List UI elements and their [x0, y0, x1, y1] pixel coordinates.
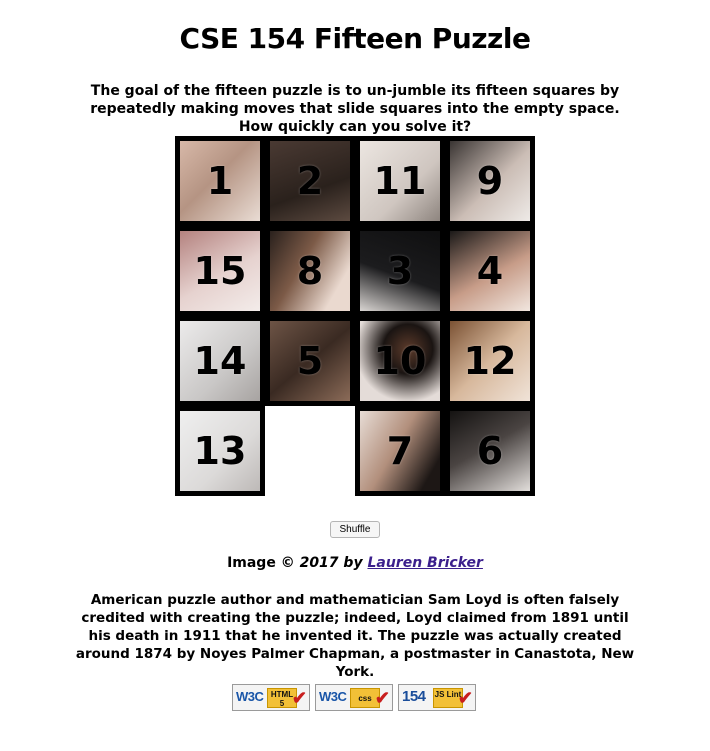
shuffle-button[interactable]: Shuffle: [330, 521, 380, 538]
page-title: CSE 154 Fifteen Puzzle: [179, 22, 531, 55]
puzzle-tile[interactable]: 3: [355, 226, 445, 316]
validator-badges: W3C HTML 5 ✔ W3C css ✔ 154 JS Lint ✔: [0, 684, 710, 712]
tile-number: 6: [476, 429, 504, 473]
puzzle-tile[interactable]: 11: [355, 136, 445, 226]
credit-prefix: Image ©: [227, 555, 295, 571]
puzzle-tile[interactable]: 9: [445, 136, 535, 226]
history-text: American puzzle author and mathematician…: [75, 592, 635, 680]
checkmark-icon: ✔: [457, 688, 473, 708]
puzzle-tile[interactable]: 2: [265, 136, 355, 226]
154-logo: 154: [402, 688, 426, 705]
tile-number: 3: [386, 249, 414, 293]
checkmark-icon: ✔: [291, 688, 307, 708]
puzzle-area: 1 2 11 9 15 8 3 4 14 5 10 12 13 7 6: [175, 136, 535, 496]
tile-number: 9: [476, 159, 504, 203]
tile-number: 5: [296, 339, 324, 383]
tile-number: 15: [193, 249, 247, 293]
css-validator-badge[interactable]: W3C css ✔: [315, 684, 393, 711]
tile-number: 2: [296, 159, 324, 203]
puzzle-tile[interactable]: 6: [445, 406, 535, 496]
w3c-logo: W3C: [236, 689, 264, 704]
puzzle-tile[interactable]: 15: [175, 226, 265, 316]
puzzle-tile[interactable]: 4: [445, 226, 535, 316]
checkmark-icon: ✔: [374, 688, 390, 708]
puzzle-tile[interactable]: 1: [175, 136, 265, 226]
tile-number: 14: [193, 339, 247, 383]
html5-validator-badge[interactable]: W3C HTML 5 ✔: [232, 684, 310, 711]
tile-number: 7: [386, 429, 414, 473]
tile-number: 10: [373, 339, 427, 383]
puzzle-tile[interactable]: 8: [265, 226, 355, 316]
tile-number: 12: [463, 339, 517, 383]
w3c-logo: W3C: [319, 689, 347, 704]
puzzle-tile[interactable]: 12: [445, 316, 535, 406]
author-link[interactable]: Lauren Bricker: [367, 555, 482, 571]
puzzle-tile[interactable]: 7: [355, 406, 445, 496]
intro-text: The goal of the fifteen puzzle is to un-…: [90, 83, 620, 135]
tile-number: 8: [296, 249, 324, 293]
jslint-badge[interactable]: 154 JS Lint ✔: [398, 684, 476, 711]
tile-number: 13: [193, 429, 247, 473]
tile-number: 4: [476, 249, 504, 293]
tile-number: 11: [373, 159, 427, 203]
credit-year: 2017 by: [299, 555, 363, 571]
puzzle-tile[interactable]: 10: [355, 316, 445, 406]
image-credit: Image © 2017 by Lauren Bricker: [0, 555, 710, 571]
tile-number: 1: [206, 159, 234, 203]
puzzle-tile[interactable]: 14: [175, 316, 265, 406]
puzzle-tile[interactable]: 13: [175, 406, 265, 496]
puzzle-tile[interactable]: 5: [265, 316, 355, 406]
